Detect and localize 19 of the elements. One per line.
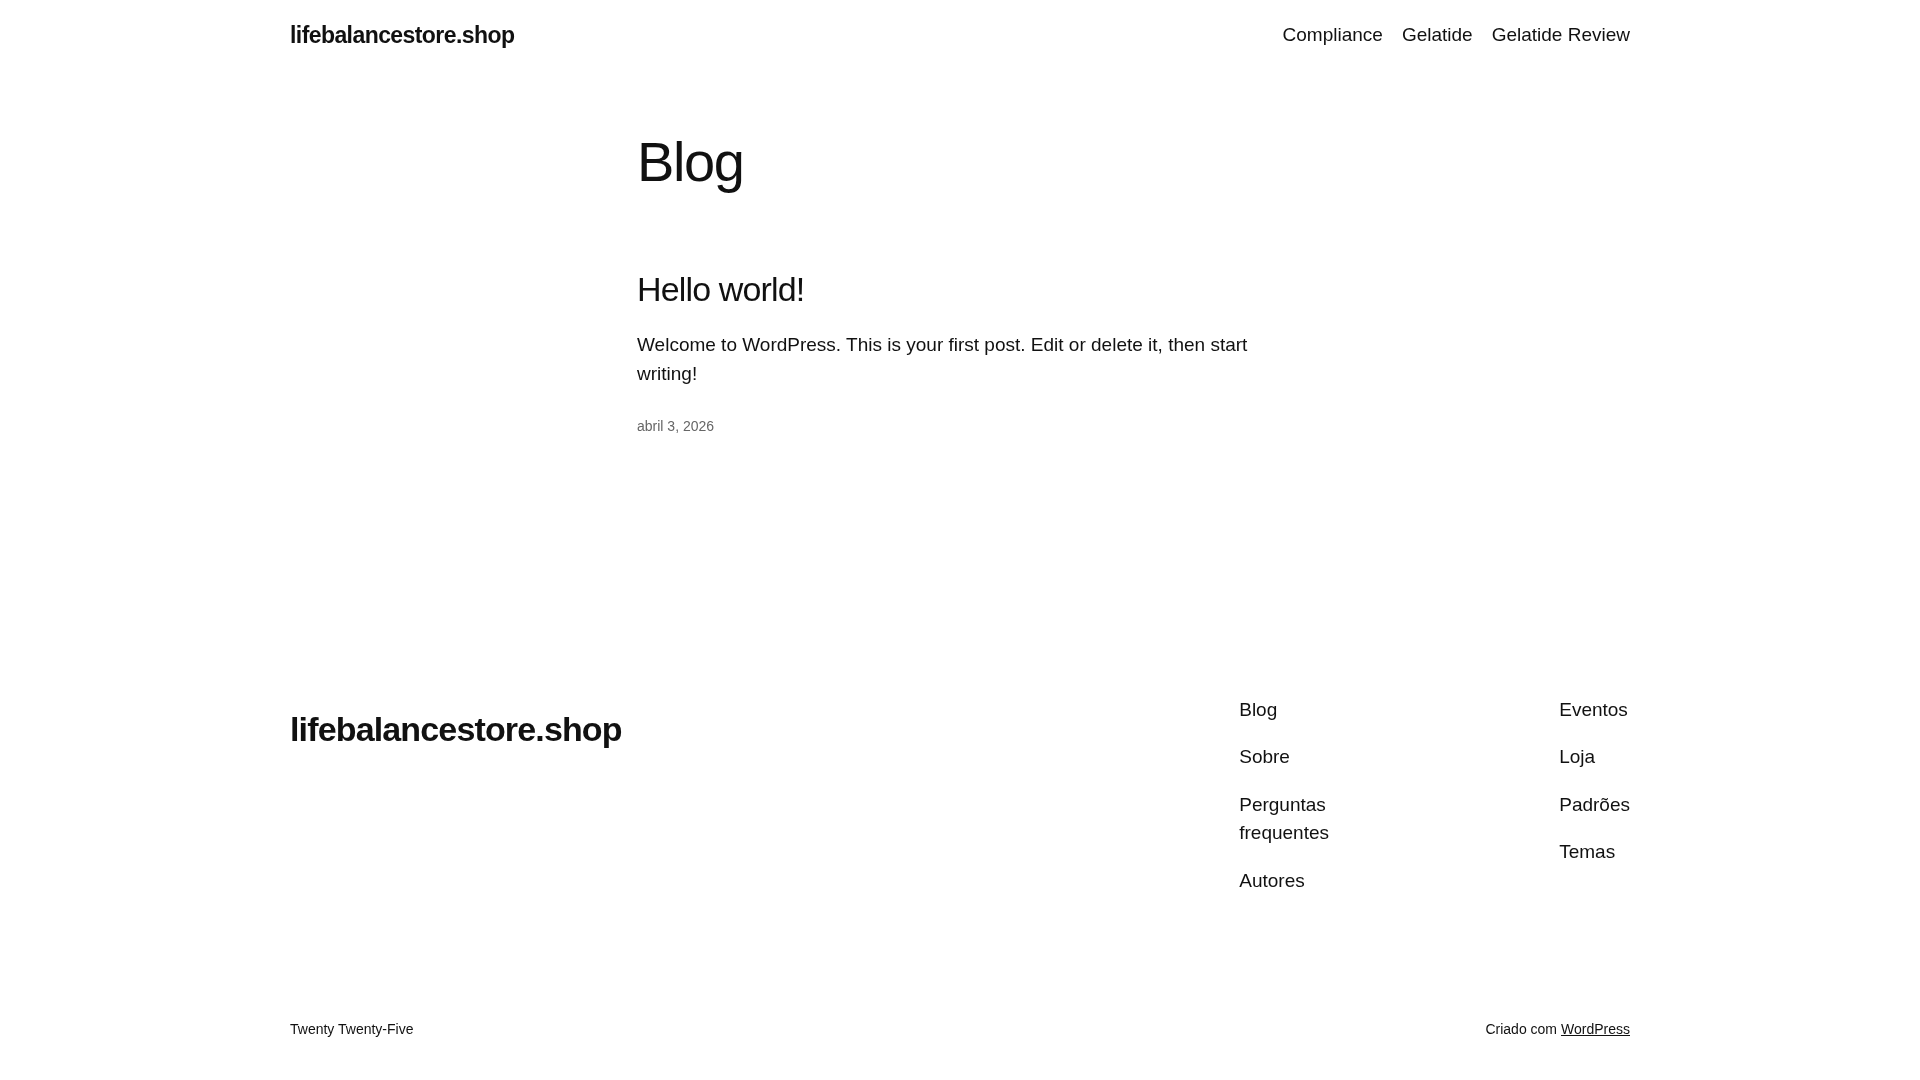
footer-nav-link[interactable]: Temas (1559, 838, 1630, 867)
footer-nav-link[interactable]: Perguntas frequentes (1239, 790, 1420, 848)
footer-nav-link[interactable]: Eventos (1559, 695, 1630, 724)
nav-link[interactable]: Gelatide Review (1491, 20, 1630, 50)
site-title-link[interactable]: lifebalancestore.shop (290, 17, 515, 53)
footer-nav-link[interactable]: Padrões (1559, 790, 1630, 819)
wordpress-link[interactable]: WordPress (1561, 1019, 1630, 1040)
post-title-link[interactable]: Hello world! (637, 264, 1290, 315)
theme-credit: Twenty Twenty-Five (290, 1020, 414, 1039)
footer-nav-link[interactable]: Sobre (1239, 743, 1420, 772)
nav-link[interactable]: Compliance (1282, 20, 1383, 50)
nav-link[interactable]: Gelatide (1401, 20, 1473, 50)
post-excerpt: Welcome to WordPress. This is your first post. Edit or delete it, then start writing! (637, 333, 1249, 386)
footer-nav-link[interactable]: Autores (1239, 866, 1420, 895)
powered-by-text: Criado com (1485, 1020, 1557, 1039)
footer-nav-link[interactable]: Loja (1559, 743, 1630, 772)
post-date: abril 3, 2026 (637, 417, 716, 436)
footer-site-title-link[interactable]: lifebalancestore.shop (290, 703, 622, 755)
footer-nav-link[interactable]: Blog (1239, 695, 1420, 724)
